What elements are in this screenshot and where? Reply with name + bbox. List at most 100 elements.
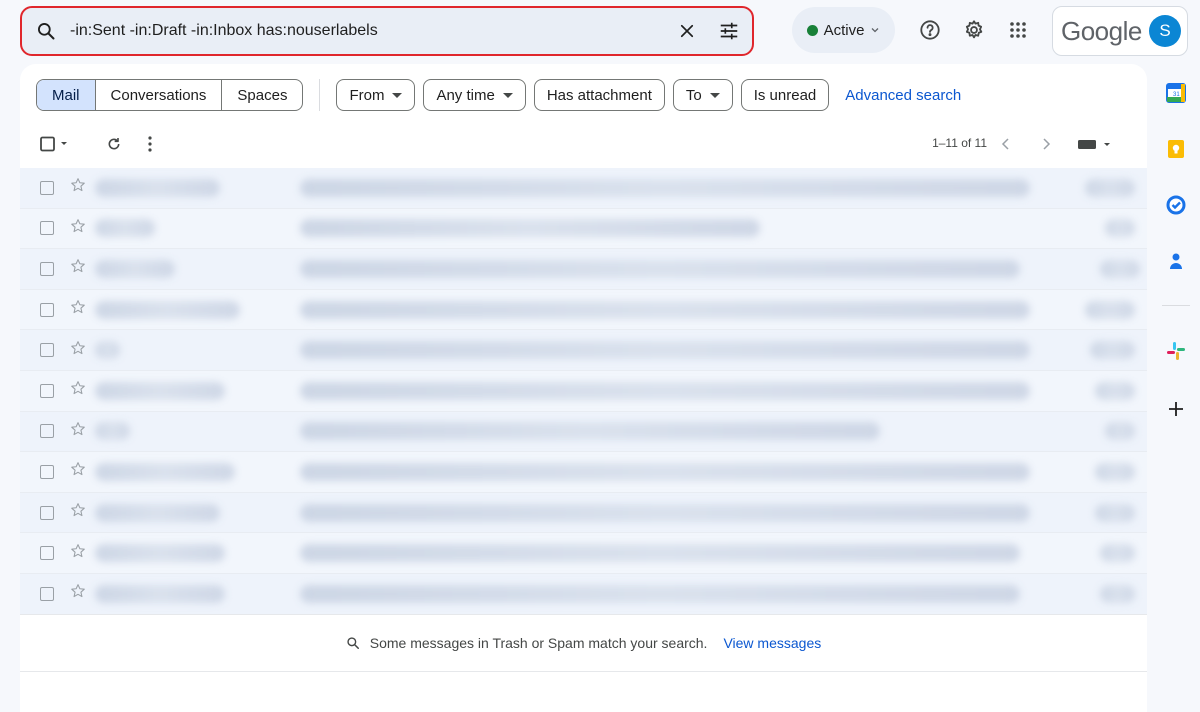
refresh-icon[interactable] bbox=[96, 130, 132, 158]
row-checkbox[interactable] bbox=[40, 505, 54, 520]
keyboard-icon[interactable] bbox=[1075, 134, 1115, 154]
caret-down-icon bbox=[392, 92, 403, 98]
is-unread-chip[interactable]: Is unread bbox=[740, 79, 830, 111]
prev-page-icon[interactable] bbox=[996, 134, 1016, 154]
star-icon[interactable] bbox=[70, 258, 86, 279]
table-row[interactable] bbox=[20, 330, 1147, 371]
row-checkbox[interactable] bbox=[40, 261, 54, 276]
star-icon[interactable] bbox=[70, 461, 86, 482]
sender-blurred bbox=[95, 584, 225, 603]
tab-spaces[interactable]: Spaces bbox=[222, 80, 302, 110]
table-row[interactable] bbox=[20, 370, 1147, 412]
date-blurred bbox=[1100, 584, 1135, 603]
date-blurred bbox=[1100, 544, 1135, 563]
row-checkbox[interactable] bbox=[40, 424, 54, 439]
subject-blurred bbox=[300, 544, 1020, 563]
svg-text:31: 31 bbox=[1173, 92, 1180, 98]
is-unread-label: Is unread bbox=[753, 86, 817, 104]
status-selector[interactable]: Active bbox=[792, 7, 895, 53]
any-time-filter-label: Any time bbox=[436, 86, 495, 104]
view-messages-link[interactable]: View messages bbox=[723, 635, 821, 651]
date-blurred bbox=[1095, 381, 1135, 400]
row-checkbox[interactable] bbox=[40, 586, 54, 601]
table-row[interactable] bbox=[20, 452, 1147, 493]
table-row[interactable] bbox=[20, 249, 1147, 290]
any-time-filter-chip[interactable]: Any time bbox=[423, 79, 526, 111]
row-checkbox[interactable] bbox=[40, 221, 54, 236]
main-panel: Mail Conversations Spaces From Any time … bbox=[20, 64, 1147, 712]
calendar-icon[interactable]: 31 bbox=[1164, 81, 1188, 105]
subject-blurred bbox=[300, 422, 880, 441]
more-icon[interactable] bbox=[140, 130, 160, 158]
has-attachment-label: Has attachment bbox=[546, 86, 652, 104]
star-icon[interactable] bbox=[70, 421, 86, 442]
search-bar[interactable] bbox=[20, 6, 754, 56]
tasks-icon[interactable] bbox=[1164, 193, 1188, 217]
row-checkbox[interactable] bbox=[40, 343, 54, 358]
subject-blurred bbox=[300, 259, 1020, 278]
sender-blurred bbox=[95, 422, 130, 441]
row-checkbox[interactable] bbox=[40, 180, 54, 195]
star-icon[interactable] bbox=[70, 380, 86, 401]
tab-mail[interactable]: Mail bbox=[37, 80, 96, 110]
has-attachment-chip[interactable]: Has attachment bbox=[533, 79, 665, 111]
row-checkbox[interactable] bbox=[40, 383, 54, 398]
search-icon bbox=[347, 637, 359, 650]
help-icon[interactable] bbox=[912, 12, 948, 48]
star-icon[interactable] bbox=[70, 177, 86, 198]
tab-conversations[interactable]: Conversations bbox=[96, 80, 223, 110]
star-icon[interactable] bbox=[70, 502, 86, 523]
table-row[interactable] bbox=[20, 168, 1147, 209]
keep-icon[interactable] bbox=[1164, 137, 1188, 161]
star-icon[interactable] bbox=[70, 299, 86, 320]
date-blurred bbox=[1095, 462, 1135, 481]
table-row[interactable] bbox=[20, 573, 1147, 615]
date-blurred bbox=[1090, 341, 1135, 360]
from-filter-chip[interactable]: From bbox=[336, 79, 416, 111]
star-icon[interactable] bbox=[70, 218, 86, 239]
to-filter-chip[interactable]: To bbox=[672, 79, 733, 111]
from-filter-label: From bbox=[349, 86, 385, 104]
row-checkbox[interactable] bbox=[40, 464, 54, 479]
row-checkbox[interactable] bbox=[40, 546, 54, 561]
status-label: Active bbox=[823, 21, 865, 39]
settings-icon[interactable] bbox=[956, 12, 992, 48]
message-list bbox=[20, 168, 1147, 615]
contacts-icon[interactable] bbox=[1164, 249, 1188, 273]
subject-blurred bbox=[300, 300, 1030, 319]
table-row[interactable] bbox=[20, 289, 1147, 331]
search-input[interactable] bbox=[70, 22, 668, 40]
to-filter-label: To bbox=[685, 86, 702, 104]
star-icon[interactable] bbox=[70, 543, 86, 564]
rail-divider bbox=[1162, 305, 1190, 306]
chevron-down-icon bbox=[871, 28, 879, 33]
notice-text: Some messages in Trash or Spam match you… bbox=[369, 635, 708, 651]
search-filter-bar: Mail Conversations Spaces From Any time … bbox=[36, 78, 961, 112]
subject-blurred bbox=[300, 462, 1030, 481]
sender-blurred bbox=[95, 381, 225, 400]
star-icon[interactable] bbox=[70, 340, 86, 361]
clear-icon[interactable] bbox=[668, 12, 706, 50]
next-page-icon[interactable] bbox=[1036, 134, 1056, 154]
brand-logo: Google bbox=[1061, 15, 1142, 46]
search-options-icon[interactable] bbox=[710, 12, 748, 50]
row-checkbox[interactable] bbox=[40, 302, 54, 317]
account-switcher[interactable]: Google S bbox=[1052, 6, 1188, 56]
date-blurred bbox=[1105, 219, 1135, 238]
star-icon[interactable] bbox=[70, 583, 86, 604]
avatar[interactable]: S bbox=[1149, 15, 1181, 47]
search-icon[interactable] bbox=[22, 21, 70, 41]
sender-blurred bbox=[95, 341, 120, 360]
table-row[interactable] bbox=[20, 492, 1147, 534]
table-row[interactable] bbox=[20, 208, 1147, 250]
trash-spam-notice: Some messages in Trash or Spam match you… bbox=[20, 614, 1147, 672]
table-row[interactable] bbox=[20, 533, 1147, 574]
date-blurred bbox=[1100, 259, 1140, 278]
table-row[interactable] bbox=[20, 411, 1147, 453]
sender-blurred bbox=[95, 259, 175, 278]
slack-icon[interactable] bbox=[1164, 339, 1188, 363]
advanced-search-link[interactable]: Advanced search bbox=[845, 87, 961, 104]
select-checkbox-icon[interactable] bbox=[36, 130, 72, 158]
apps-grid-icon[interactable] bbox=[1000, 12, 1036, 48]
add-icon[interactable] bbox=[1164, 397, 1188, 421]
